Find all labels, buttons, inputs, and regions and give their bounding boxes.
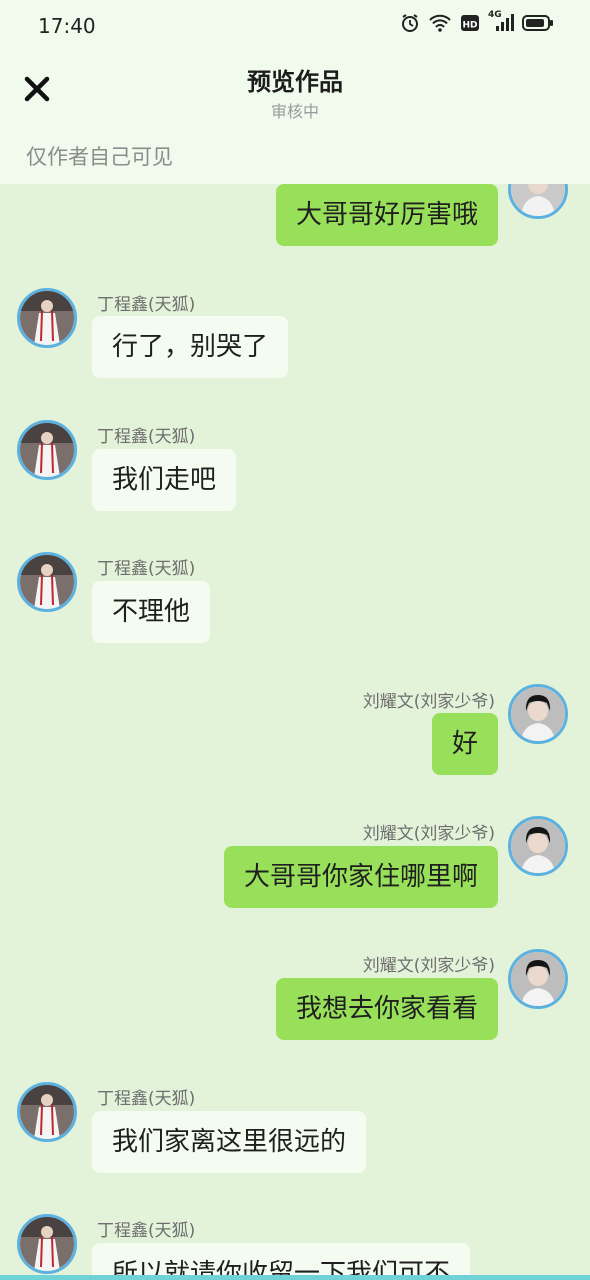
sender-name: 丁程鑫(天狐) [97,295,196,315]
avatar[interactable] [508,816,568,876]
sender-name: 丁程鑫(天狐) [97,559,196,579]
bottom-accent-bar [0,1275,590,1280]
avatar[interactable] [508,949,568,1009]
avatar[interactable] [17,288,77,348]
status-time: 17:40 [38,14,96,38]
network-type-label: 4G [488,10,502,20]
status-icons: HD 4G [400,10,554,37]
battery-icon [522,13,554,37]
avatar[interactable] [17,420,77,480]
sender-name: 刘耀文(刘家少爷) [362,956,495,976]
alarm-icon [400,13,420,37]
svg-text:HD: HD [462,21,477,31]
sender-name: 丁程鑫(天狐) [97,1089,196,1109]
visibility-note: 仅作者自己可见 [26,145,173,169]
avatar[interactable] [508,684,568,744]
message-bubble[interactable]: 我想去你家看看 [275,978,498,1040]
message-bubble[interactable]: 好 [431,713,498,775]
message-bubble[interactable]: 行了，别哭了 [92,316,289,378]
review-status: 审核中 [270,102,319,121]
avatar[interactable] [17,552,77,612]
message-bubble[interactable]: 大哥哥你家住哪里啊 [223,846,498,908]
avatar[interactable] [17,1082,77,1142]
preview-header: 预览作品 审核中 仅作者自己可见 [0,52,590,184]
hd-icon: HD [460,13,480,37]
avatar[interactable] [508,184,568,219]
sender-name: 丁程鑫(天狐) [97,1221,196,1241]
message-bubble[interactable]: 我们走吧 [92,449,237,511]
wifi-icon [428,13,452,37]
page-title: 预览作品 [247,68,343,96]
sender-name: 刘耀文(刘家少爷) [362,692,495,712]
status-bar: 17:40 HD 4G [0,0,590,52]
avatar[interactable] [17,1214,77,1274]
message-bubble[interactable]: 不理他 [92,581,211,643]
message-bubble[interactable]: 我们家离这里很远的 [92,1111,367,1173]
message-bubble[interactable]: 大哥哥好厉害哦 [275,184,498,246]
chat-feed[interactable]: 大哥哥好厉害哦 丁程鑫(天狐) 行了，别哭了 丁程鑫(天狐) 我们走吧 丁程鑫(… [0,184,590,1280]
sender-name: 丁程鑫(天狐) [97,427,196,447]
sender-name: 刘耀文(刘家少爷) [362,824,495,844]
cell-signal-icon: 4G [488,10,514,37]
